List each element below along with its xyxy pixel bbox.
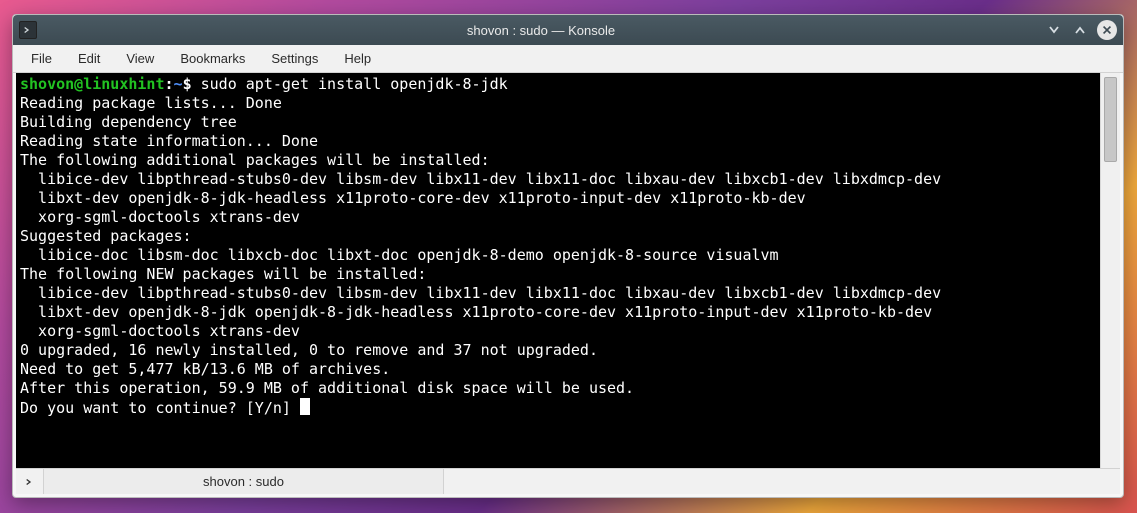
window-title: shovon : sudo — Konsole bbox=[37, 23, 1045, 38]
tabbar: shovon : sudo bbox=[16, 468, 1120, 494]
terminal-line: Reading state information... Done bbox=[20, 132, 318, 150]
terminal-line: libice-doc libsm-doc libxcb-doc libxt-do… bbox=[20, 246, 779, 264]
prompt-colon: : bbox=[165, 75, 174, 93]
terminal-line: libxt-dev openjdk-8-jdk openjdk-8-jdk-he… bbox=[20, 303, 932, 321]
terminal-line: After this operation, 59.9 MB of additio… bbox=[20, 379, 634, 397]
terminal-line: 0 upgraded, 16 newly installed, 0 to rem… bbox=[20, 341, 598, 359]
close-button[interactable] bbox=[1097, 20, 1117, 40]
konsole-window: shovon : sudo — Konsole File Edit View B… bbox=[12, 14, 1124, 498]
menu-view[interactable]: View bbox=[114, 47, 168, 70]
terminal-line: libice-dev libpthread-stubs0-dev libsm-d… bbox=[20, 284, 941, 302]
terminal-line: The following NEW packages will be insta… bbox=[20, 265, 426, 283]
titlebar[interactable]: shovon : sudo — Konsole bbox=[13, 15, 1123, 45]
app-icon bbox=[19, 21, 37, 39]
menu-bookmarks[interactable]: Bookmarks bbox=[168, 47, 259, 70]
cursor-icon bbox=[300, 398, 310, 415]
minimize-button[interactable] bbox=[1045, 21, 1063, 39]
scrollbar-thumb[interactable] bbox=[1104, 77, 1117, 162]
terminal[interactable]: shovon@linuxhint:~$ sudo apt-get install… bbox=[16, 73, 1100, 468]
terminal-line: Need to get 5,477 kB/13.6 MB of archives… bbox=[20, 360, 390, 378]
menubar: File Edit View Bookmarks Settings Help bbox=[13, 45, 1123, 73]
scrollbar[interactable] bbox=[1100, 73, 1120, 468]
terminal-line: Suggested packages: bbox=[20, 227, 192, 245]
terminal-line: xorg-sgml-doctools xtrans-dev bbox=[20, 322, 300, 340]
prompt-dollar: $ bbox=[183, 75, 192, 93]
prompt-user-host: shovon@linuxhint bbox=[20, 75, 165, 93]
prompt-path: ~ bbox=[174, 75, 183, 93]
terminal-line: Reading package lists... Done bbox=[20, 94, 282, 112]
menu-edit[interactable]: Edit bbox=[66, 47, 114, 70]
tab-active[interactable]: shovon : sudo bbox=[44, 469, 444, 494]
tab-label: shovon : sudo bbox=[203, 474, 284, 489]
terminal-line: xorg-sgml-doctools xtrans-dev bbox=[20, 208, 300, 226]
new-tab-button[interactable] bbox=[16, 469, 44, 494]
shell-command: sudo apt-get install openjdk-8-jdk bbox=[192, 75, 508, 93]
maximize-button[interactable] bbox=[1071, 21, 1089, 39]
menu-help[interactable]: Help bbox=[332, 47, 385, 70]
tabbar-spacer bbox=[444, 469, 1120, 494]
menu-file[interactable]: File bbox=[19, 47, 66, 70]
terminal-line: libxt-dev openjdk-8-jdk-headless x11prot… bbox=[20, 189, 806, 207]
terminal-line: libice-dev libpthread-stubs0-dev libsm-d… bbox=[20, 170, 941, 188]
terminal-line: Building dependency tree bbox=[20, 113, 300, 131]
terminal-line: The following additional packages will b… bbox=[20, 151, 490, 169]
terminal-line-prompt: Do you want to continue? [Y/n] bbox=[20, 399, 300, 417]
menu-settings[interactable]: Settings bbox=[259, 47, 332, 70]
terminal-container: shovon@linuxhint:~$ sudo apt-get install… bbox=[13, 73, 1123, 497]
